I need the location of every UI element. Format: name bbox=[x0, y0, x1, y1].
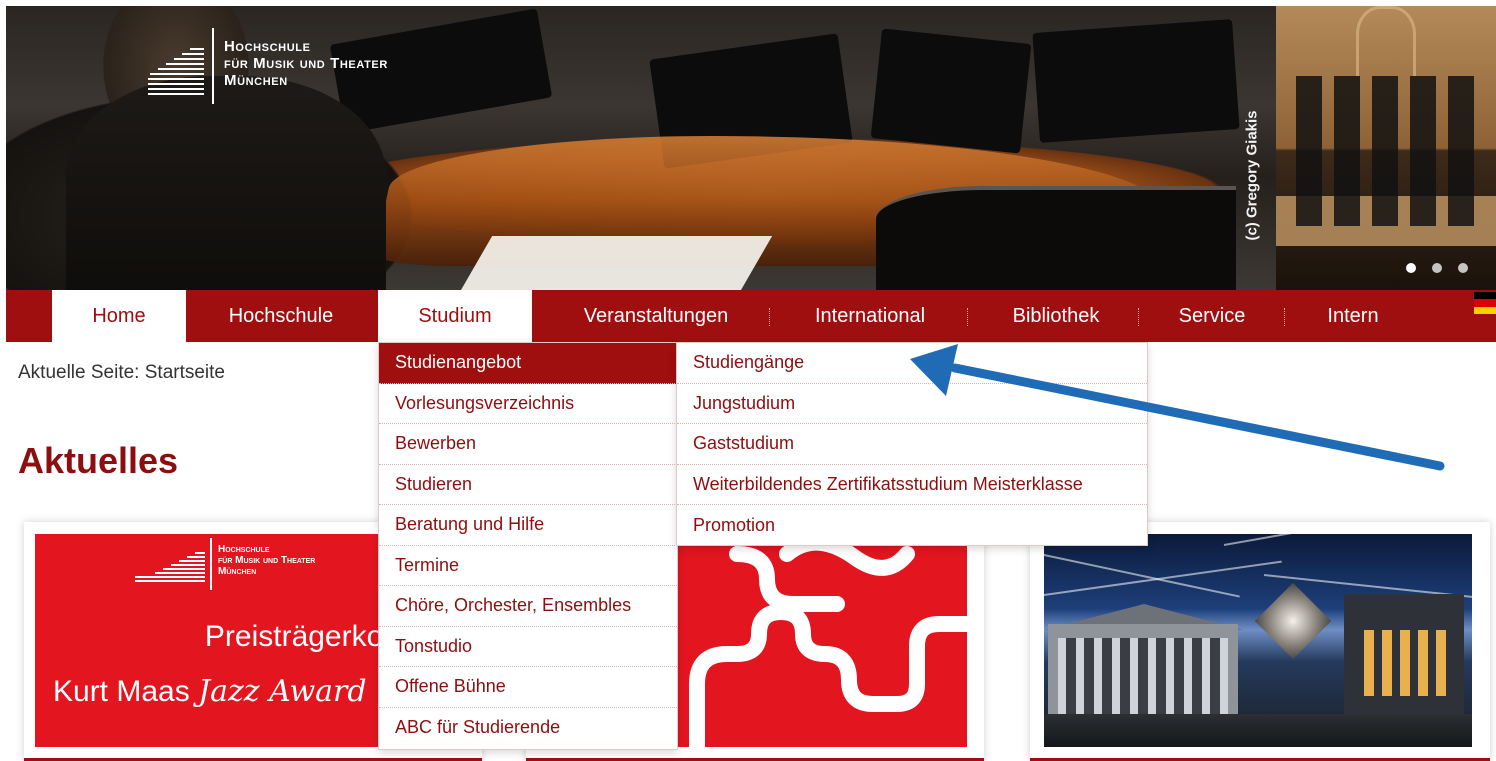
nav-item-studium[interactable]: Studium bbox=[378, 290, 532, 342]
logo-line: Hochschule bbox=[218, 544, 270, 555]
nav-item-label: Veranstaltungen bbox=[583, 304, 729, 327]
news-card[interactable] bbox=[1030, 522, 1490, 761]
nav-item-label: Home bbox=[92, 304, 146, 327]
dropdown-item-promotion[interactable]: Promotion bbox=[677, 505, 1147, 546]
card-subtitle: Kurt Maas Jazz Award bbox=[53, 674, 367, 709]
slider-dots bbox=[1406, 263, 1468, 273]
breadcrumb: Aktuelle Seite: Startseite bbox=[18, 362, 225, 383]
logo-line: Hochschule bbox=[224, 38, 311, 55]
nav-item-home[interactable]: Home bbox=[52, 290, 186, 342]
banner-photo-orchestra bbox=[1276, 6, 1496, 290]
dropdown-item-studieren[interactable]: Studieren bbox=[379, 465, 677, 505]
dropdown-item-termine[interactable]: Termine bbox=[379, 546, 677, 586]
nav-item-label: International bbox=[814, 304, 926, 327]
slider-dot[interactable] bbox=[1458, 263, 1468, 273]
dropdown-item-jungstudium[interactable]: Jungstudium bbox=[677, 384, 1147, 424]
slider-dot[interactable] bbox=[1432, 263, 1442, 273]
dropdown-item-tonstudio[interactable]: Tonstudio bbox=[379, 627, 677, 667]
music-stand bbox=[1032, 19, 1240, 143]
plaza bbox=[1044, 714, 1472, 747]
dropdown-item-label: ABC für Studierende bbox=[395, 717, 561, 738]
nav-item-service[interactable]: Service bbox=[1152, 290, 1272, 342]
dropdown-item-meisterklasse[interactable]: Weiterbildendes Zertifikatsstudium Meist… bbox=[677, 465, 1147, 505]
nav-item-label: Intern bbox=[1327, 304, 1379, 327]
page-title: Aktuelles bbox=[18, 440, 179, 481]
card-subtitle-plain: Kurt Maas bbox=[53, 675, 199, 708]
dropdown-item-label: Studiengänge bbox=[693, 352, 805, 373]
de-flag-icon[interactable] bbox=[1474, 292, 1496, 314]
dropdown-item-label: Offene Bühne bbox=[395, 676, 506, 697]
nav-separator bbox=[1138, 308, 1139, 326]
dropdown-item-label: Termine bbox=[395, 554, 460, 575]
dropdown-item-choere[interactable]: Chöre, Orchester, Ensembles bbox=[379, 586, 677, 627]
card-logo-text: Hochschule für Musik und Theater München bbox=[218, 544, 315, 590]
dropdown-item-label: Chöre, Orchester, Ensembles bbox=[395, 595, 632, 616]
main-nav: Home Hochschule Studium Veranstaltungen … bbox=[6, 290, 1496, 342]
logo-line: für Musik und Theater bbox=[224, 55, 388, 72]
studium-dropdown-secondary: Studiengänge Jungstudium Gaststudium Wei… bbox=[676, 342, 1148, 546]
dropdown-item-offene-buehne[interactable]: Offene Bühne bbox=[379, 667, 677, 708]
logo-bar bbox=[212, 28, 214, 104]
nav-item-label: Bibliothek bbox=[1012, 304, 1100, 327]
logo-line: für Musik und Theater bbox=[218, 555, 316, 566]
dropdown-item-studienangebot[interactable]: Studienangebot bbox=[379, 343, 677, 384]
musicians bbox=[1296, 76, 1486, 226]
logo-lines-icon bbox=[135, 552, 205, 590]
site-logo[interactable]: Hochschule für Musik und Theater München bbox=[148, 28, 388, 104]
card-logo: Hochschule für Musik und Theater München bbox=[135, 538, 315, 590]
nav-item-international[interactable]: International bbox=[784, 290, 956, 342]
light-beam bbox=[1044, 560, 1282, 596]
logo-bar bbox=[210, 538, 212, 590]
dropdown-item-label: Studienangebot bbox=[395, 352, 522, 373]
dropdown-item-label: Gaststudium bbox=[693, 433, 795, 454]
photo-credit: (c) Gregory Giakis bbox=[1240, 90, 1264, 260]
dropdown-item-label: Beratung und Hilfe bbox=[395, 514, 545, 535]
nav-item-intern[interactable]: Intern bbox=[1298, 290, 1408, 342]
dropdown-item-label: Promotion bbox=[693, 514, 776, 535]
photo-credit-text: (c) Gregory Giakis bbox=[1243, 109, 1261, 241]
dropdown-item-gaststudium[interactable]: Gaststudium bbox=[677, 424, 1147, 465]
dropdown-item-vorlesungsverzeichnis[interactable]: Vorlesungsverzeichnis bbox=[379, 384, 677, 424]
dropdown-item-label: Weiterbildendes Zertifikatsstudium Meist… bbox=[693, 473, 1083, 494]
dropdown-item-studiengaenge[interactable]: Studiengänge bbox=[677, 343, 1147, 384]
studium-dropdown-primary: Studienangebot Vorlesungsverzeichnis Bew… bbox=[378, 342, 678, 750]
light-beam bbox=[1223, 534, 1472, 546]
nav-separator bbox=[769, 308, 770, 326]
nav-item-label: Hochschule bbox=[228, 304, 334, 327]
nav-separator bbox=[967, 308, 968, 326]
dropdown-item-abc[interactable]: ABC für Studierende bbox=[379, 708, 677, 749]
dropdown-item-label: Vorlesungsverzeichnis bbox=[395, 392, 575, 413]
dropdown-item-label: Bewerben bbox=[395, 433, 477, 454]
nav-item-hochschule[interactable]: Hochschule bbox=[211, 290, 351, 342]
dropdown-item-beratung[interactable]: Beratung und Hilfe bbox=[379, 505, 677, 546]
projection-disk bbox=[1254, 582, 1332, 660]
lit-windows bbox=[1364, 630, 1454, 696]
page: Hochschule für Musik und Theater München… bbox=[0, 0, 1496, 761]
sheet-music bbox=[459, 236, 773, 290]
dropdown-item-label: Jungstudium bbox=[693, 392, 796, 413]
logo-line: München bbox=[218, 566, 257, 577]
dropdown-item-label: Studieren bbox=[395, 473, 473, 494]
pianist-silhouette bbox=[66, 76, 386, 290]
harp bbox=[1356, 6, 1416, 76]
logo-line: München bbox=[224, 72, 288, 89]
nav-item-label: Studium bbox=[418, 304, 492, 327]
card-subtitle-script: Jazz Award bbox=[198, 674, 367, 709]
slider-dot[interactable] bbox=[1406, 263, 1416, 273]
logo-text: Hochschule für Musik und Theater München bbox=[224, 38, 388, 89]
dropdown-item-bewerben[interactable]: Bewerben bbox=[379, 424, 677, 465]
dropdown-item-label: Tonstudio bbox=[395, 635, 473, 656]
nav-item-veranstaltungen[interactable]: Veranstaltungen bbox=[556, 290, 756, 342]
logo-lines-icon bbox=[148, 48, 204, 95]
piano-rim bbox=[876, 186, 1236, 290]
news-card-image[interactable] bbox=[1044, 534, 1472, 747]
nav-separator bbox=[1284, 308, 1285, 326]
music-stand bbox=[870, 28, 1032, 154]
nav-item-label: Service bbox=[1178, 304, 1246, 327]
nav-item-bibliothek[interactable]: Bibliothek bbox=[981, 290, 1131, 342]
